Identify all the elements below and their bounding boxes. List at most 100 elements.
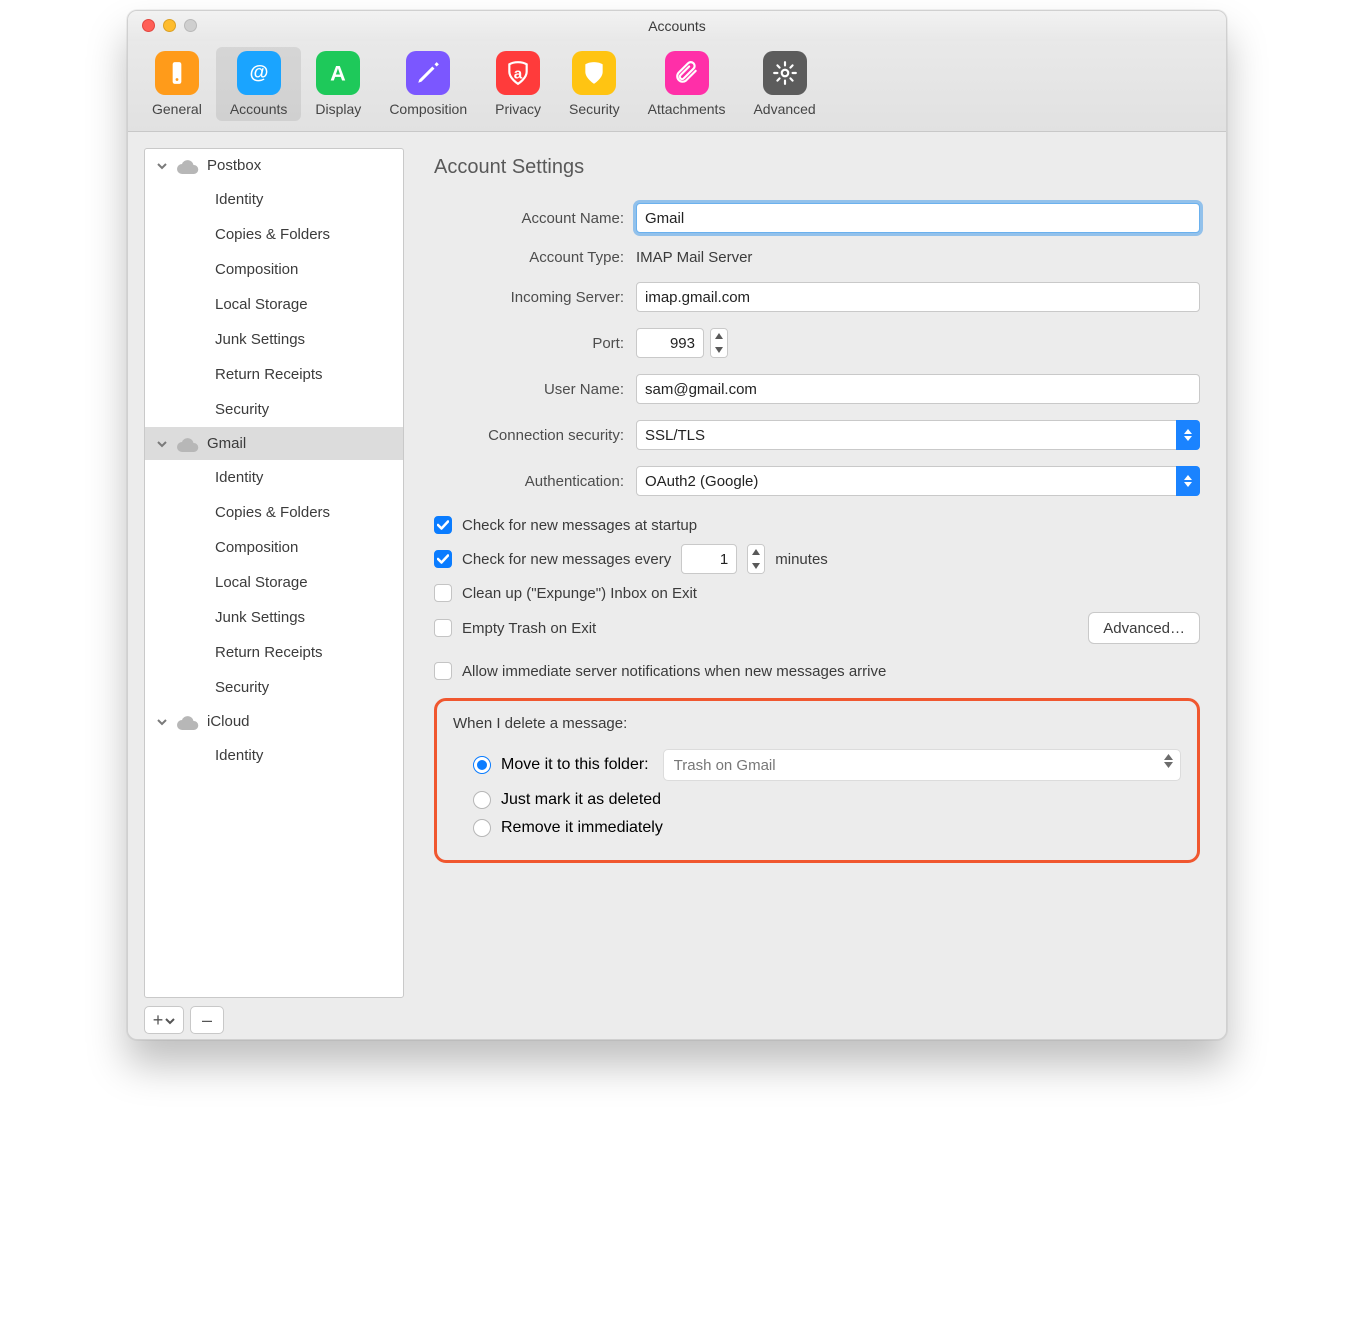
remove-account-button[interactable]: –	[190, 1006, 224, 1034]
sidebar-item-identity[interactable]: Identity	[145, 460, 403, 495]
advanced-button[interactable]: Advanced…	[1088, 612, 1200, 644]
sidebar-account-icloud[interactable]: iCloud	[145, 705, 403, 738]
toolbar-label: Security	[569, 101, 620, 117]
port-stepper[interactable]	[710, 328, 728, 358]
toolbar-general[interactable]: General	[138, 47, 216, 121]
connection-security-label: Connection security:	[434, 427, 624, 444]
check-startup-checkbox[interactable]	[434, 516, 452, 534]
delete-remove-radio[interactable]	[473, 819, 491, 837]
toolbar-composition[interactable]: Composition	[375, 47, 481, 121]
toolbar-privacy[interactable]: a Privacy	[481, 47, 555, 121]
account-name-input[interactable]	[636, 203, 1200, 233]
connection-security-select[interactable]	[636, 420, 1200, 450]
sidebar-account-label: Gmail	[207, 435, 246, 452]
toolbar-advanced[interactable]: Advanced	[739, 47, 829, 121]
panel-heading: Account Settings	[434, 156, 1200, 179]
cloud-icon	[177, 158, 199, 174]
toolbar-accounts[interactable]: @Accounts	[216, 47, 302, 121]
username-input[interactable]	[636, 374, 1200, 404]
idle-label: Allow immediate server notifications whe…	[462, 663, 886, 680]
stepper-up-icon[interactable]	[748, 545, 764, 559]
authentication-select[interactable]	[636, 466, 1200, 496]
titlebar: Accounts	[128, 11, 1226, 41]
zoom-window-button[interactable]	[184, 19, 197, 32]
sidebar-item-local-storage[interactable]: Local Storage	[145, 565, 403, 600]
check-every-stepper[interactable]	[747, 544, 765, 574]
select-caret-icon	[1176, 466, 1200, 496]
toolbar-label: Advanced	[753, 101, 815, 117]
advanced-icon	[763, 51, 807, 95]
sidebar-item-copies-folders[interactable]: Copies & Folders	[145, 217, 403, 252]
empty-trash-label: Empty Trash on Exit	[462, 620, 596, 637]
general-icon	[155, 51, 199, 95]
attachments-icon	[665, 51, 709, 95]
expunge-label: Clean up ("Expunge") Inbox on Exit	[462, 585, 697, 602]
add-account-button[interactable]: +	[144, 1006, 184, 1034]
delete-remove-label: Remove it immediately	[501, 819, 663, 837]
check-every-label-pre: Check for new messages every	[462, 551, 671, 568]
check-every-value[interactable]	[681, 544, 737, 574]
sidebar-item-return-receipts[interactable]: Return Receipts	[145, 357, 403, 392]
svg-text:@: @	[249, 61, 268, 83]
delete-message-group: When I delete a message: Move it to this…	[434, 698, 1200, 863]
window-title: Accounts	[128, 11, 1226, 41]
sidebar-item-junk-settings[interactable]: Junk Settings	[145, 322, 403, 357]
toolbar-label: Attachments	[648, 101, 726, 117]
account-type-value: IMAP Mail Server	[636, 249, 1200, 266]
stepper-up-icon[interactable]	[711, 329, 727, 343]
delete-folder-select[interactable]	[663, 749, 1181, 781]
sidebar-item-copies-folders[interactable]: Copies & Folders	[145, 495, 403, 530]
sidebar-item-return-receipts[interactable]: Return Receipts	[145, 635, 403, 670]
toolbar-label: Privacy	[495, 101, 541, 117]
username-label: User Name:	[434, 381, 624, 398]
svg-text:a: a	[514, 65, 523, 82]
stepper-down-icon[interactable]	[748, 559, 764, 573]
cloud-icon	[177, 714, 199, 730]
main-panel: Account Settings Account Name: Account T…	[404, 132, 1226, 1034]
chevron-down-icon[interactable]	[155, 437, 169, 451]
delete-heading: When I delete a message:	[453, 715, 1181, 732]
sidebar-account-postbox[interactable]: Postbox	[145, 149, 403, 182]
toolbar-security[interactable]: Security	[555, 47, 634, 121]
accounts-sidebar[interactable]: PostboxIdentityCopies & FoldersCompositi…	[144, 148, 404, 998]
expunge-checkbox[interactable]	[434, 584, 452, 602]
incoming-server-input[interactable]	[636, 282, 1200, 312]
sidebar-item-composition[interactable]: Composition	[145, 252, 403, 287]
port-input[interactable]	[636, 328, 704, 358]
chevron-down-icon[interactable]	[155, 715, 169, 729]
chevron-down-icon[interactable]	[155, 159, 169, 173]
stepper-down-icon[interactable]	[711, 343, 727, 357]
account-name-label: Account Name:	[434, 210, 624, 227]
display-icon: A	[316, 51, 360, 95]
sidebar-item-identity[interactable]: Identity	[145, 738, 403, 773]
toolbar-attachments[interactable]: Attachments	[634, 47, 740, 121]
sidebar-item-security[interactable]: Security	[145, 392, 403, 427]
toolbar-label: Display	[315, 101, 361, 117]
delete-move-label: Move it to this folder:	[501, 756, 649, 774]
security-icon	[572, 51, 616, 95]
chevron-down-icon	[165, 1011, 175, 1029]
idle-checkbox[interactable]	[434, 662, 452, 680]
sidebar-account-label: iCloud	[207, 713, 250, 730]
prefs-toolbar: General @Accounts A Display Composition a Priv…	[128, 41, 1226, 132]
privacy-icon: a	[496, 51, 540, 95]
incoming-server-label: Incoming Server:	[434, 289, 624, 306]
toolbar-display[interactable]: A Display	[301, 47, 375, 121]
minimize-window-button[interactable]	[163, 19, 176, 32]
delete-move-radio[interactable]	[473, 756, 491, 774]
close-window-button[interactable]	[142, 19, 155, 32]
check-startup-label: Check for new messages at startup	[462, 517, 697, 534]
sidebar-item-junk-settings[interactable]: Junk Settings	[145, 600, 403, 635]
check-every-label-post: minutes	[775, 551, 828, 568]
sidebar-account-gmail[interactable]: Gmail	[145, 427, 403, 460]
composition-icon	[406, 51, 450, 95]
empty-trash-checkbox[interactable]	[434, 619, 452, 637]
sidebar-item-local-storage[interactable]: Local Storage	[145, 287, 403, 322]
toolbar-label: General	[152, 101, 202, 117]
sidebar-item-security[interactable]: Security	[145, 670, 403, 705]
accounts-window: Accounts General @Accounts A Display Composi…	[127, 10, 1227, 1040]
sidebar-item-identity[interactable]: Identity	[145, 182, 403, 217]
sidebar-item-composition[interactable]: Composition	[145, 530, 403, 565]
delete-mark-radio[interactable]	[473, 791, 491, 809]
check-every-checkbox[interactable]	[434, 550, 452, 568]
